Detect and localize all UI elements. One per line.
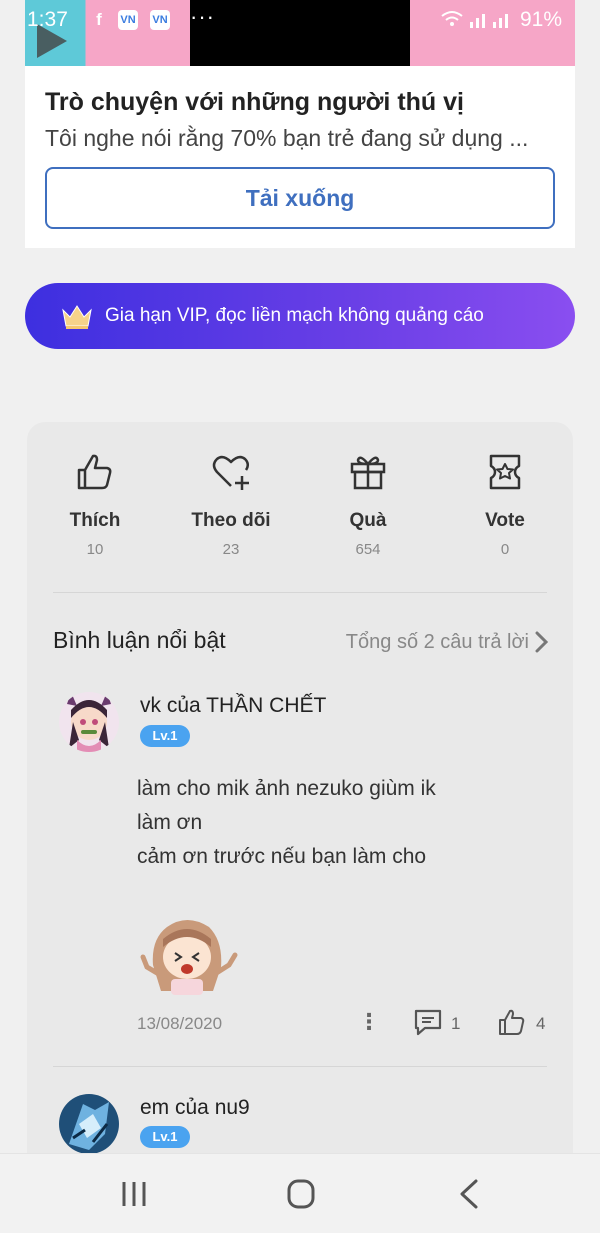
stat-label: Thích — [69, 510, 121, 531]
level-badge: Lv.1 — [140, 1126, 190, 1148]
gift-icon — [350, 456, 386, 490]
more-options-icon[interactable]: ⋮ — [358, 1009, 380, 1035]
download-button[interactable]: Tải xuống — [45, 167, 555, 229]
heart-plus-icon — [212, 455, 249, 490]
stat-count: 23 — [222, 541, 240, 558]
commenter-name[interactable]: em của nu9 — [140, 1096, 250, 1120]
avatar[interactable] — [59, 692, 119, 752]
comment-line: làm cho mik ảnh nezuko giùm ik — [137, 777, 436, 800]
comment-text: làm cho mik ảnh nezuko giùm ik làm ơn cả… — [137, 772, 436, 874]
reply-icon[interactable] — [413, 1008, 443, 1036]
chevron-right-icon — [535, 631, 549, 653]
comment-line: làm ơn — [137, 811, 203, 834]
stat-count: 654 — [355, 541, 381, 558]
divider — [53, 1066, 547, 1067]
wifi-signal-icon — [440, 8, 515, 35]
total-replies-label: Tổng số 2 câu trả lời — [345, 630, 529, 653]
like-count: 4 — [536, 1014, 546, 1033]
level-badge: Lv.1 — [140, 725, 190, 747]
battery-level: 91% — [520, 8, 563, 31]
vote-ticket-icon — [489, 454, 521, 490]
follow-stat[interactable]: Theo dõi 23 — [166, 450, 296, 558]
emoji-sticker — [140, 920, 238, 995]
gift-stat[interactable]: Quà 654 — [303, 450, 433, 558]
ad-title: Trò chuyện với những người thú vị — [45, 88, 464, 116]
ad-description: Tôi nghe nói rằng 70% bạn trẻ đang sử dụ… — [45, 125, 529, 151]
like-stat[interactable]: Thích 10 — [30, 450, 160, 558]
content-panel: Thích 10 Theo dõi 23 Quà 654 Vote 0 Bình… — [27, 422, 573, 1182]
recent-apps-icon[interactable] — [114, 1176, 154, 1212]
stat-count: 10 — [86, 541, 104, 558]
home-icon[interactable] — [281, 1176, 321, 1212]
crown-icon — [62, 305, 92, 329]
total-replies-link[interactable]: Tổng số 2 câu trả lời — [346, 630, 549, 654]
reply-count: 1 — [451, 1014, 461, 1033]
status-time: 1:37 — [27, 8, 68, 31]
comment-line: cảm ơn trước nếu bạn làm cho — [137, 845, 427, 868]
thumbs-up-icon[interactable] — [497, 1008, 527, 1036]
app-notification-icon: VN — [118, 10, 138, 30]
back-icon[interactable] — [450, 1176, 490, 1212]
thumbs-up-icon — [77, 454, 112, 490]
stat-label: Theo dõi — [191, 510, 271, 531]
more-notifications-icon: ··· — [190, 4, 215, 29]
vip-banner-label: Gia hạn VIP, đọc liền mạch không quảng c… — [105, 305, 484, 326]
vip-banner[interactable]: Gia hạn VIP, đọc liền mạch không quảng c… — [25, 283, 575, 349]
stats-row: Thích 10 Theo dõi 23 Quà 654 Vote 0 — [27, 422, 573, 592]
vote-stat[interactable]: Vote 0 — [440, 450, 570, 558]
avatar[interactable] — [59, 1094, 119, 1154]
stat-label: Quà — [349, 510, 387, 531]
system-navigation-bar — [0, 1153, 600, 1233]
app-notification-icon: VN — [150, 10, 170, 30]
stat-label: Vote — [485, 510, 525, 531]
stat-count: 0 — [500, 541, 510, 558]
comment-date: 13/08/2020 — [137, 1014, 223, 1033]
status-bar: 1:37 f VN VN ··· 91% — [25, 0, 575, 66]
divider — [53, 592, 547, 593]
ad-card: Trò chuyện với những người thú vị Tôi ng… — [25, 66, 575, 248]
featured-comments-title: Bình luận nổi bật — [53, 627, 226, 653]
facebook-icon: f — [96, 10, 102, 29]
commenter-name[interactable]: vk của THẦN CHẾT — [140, 694, 326, 718]
